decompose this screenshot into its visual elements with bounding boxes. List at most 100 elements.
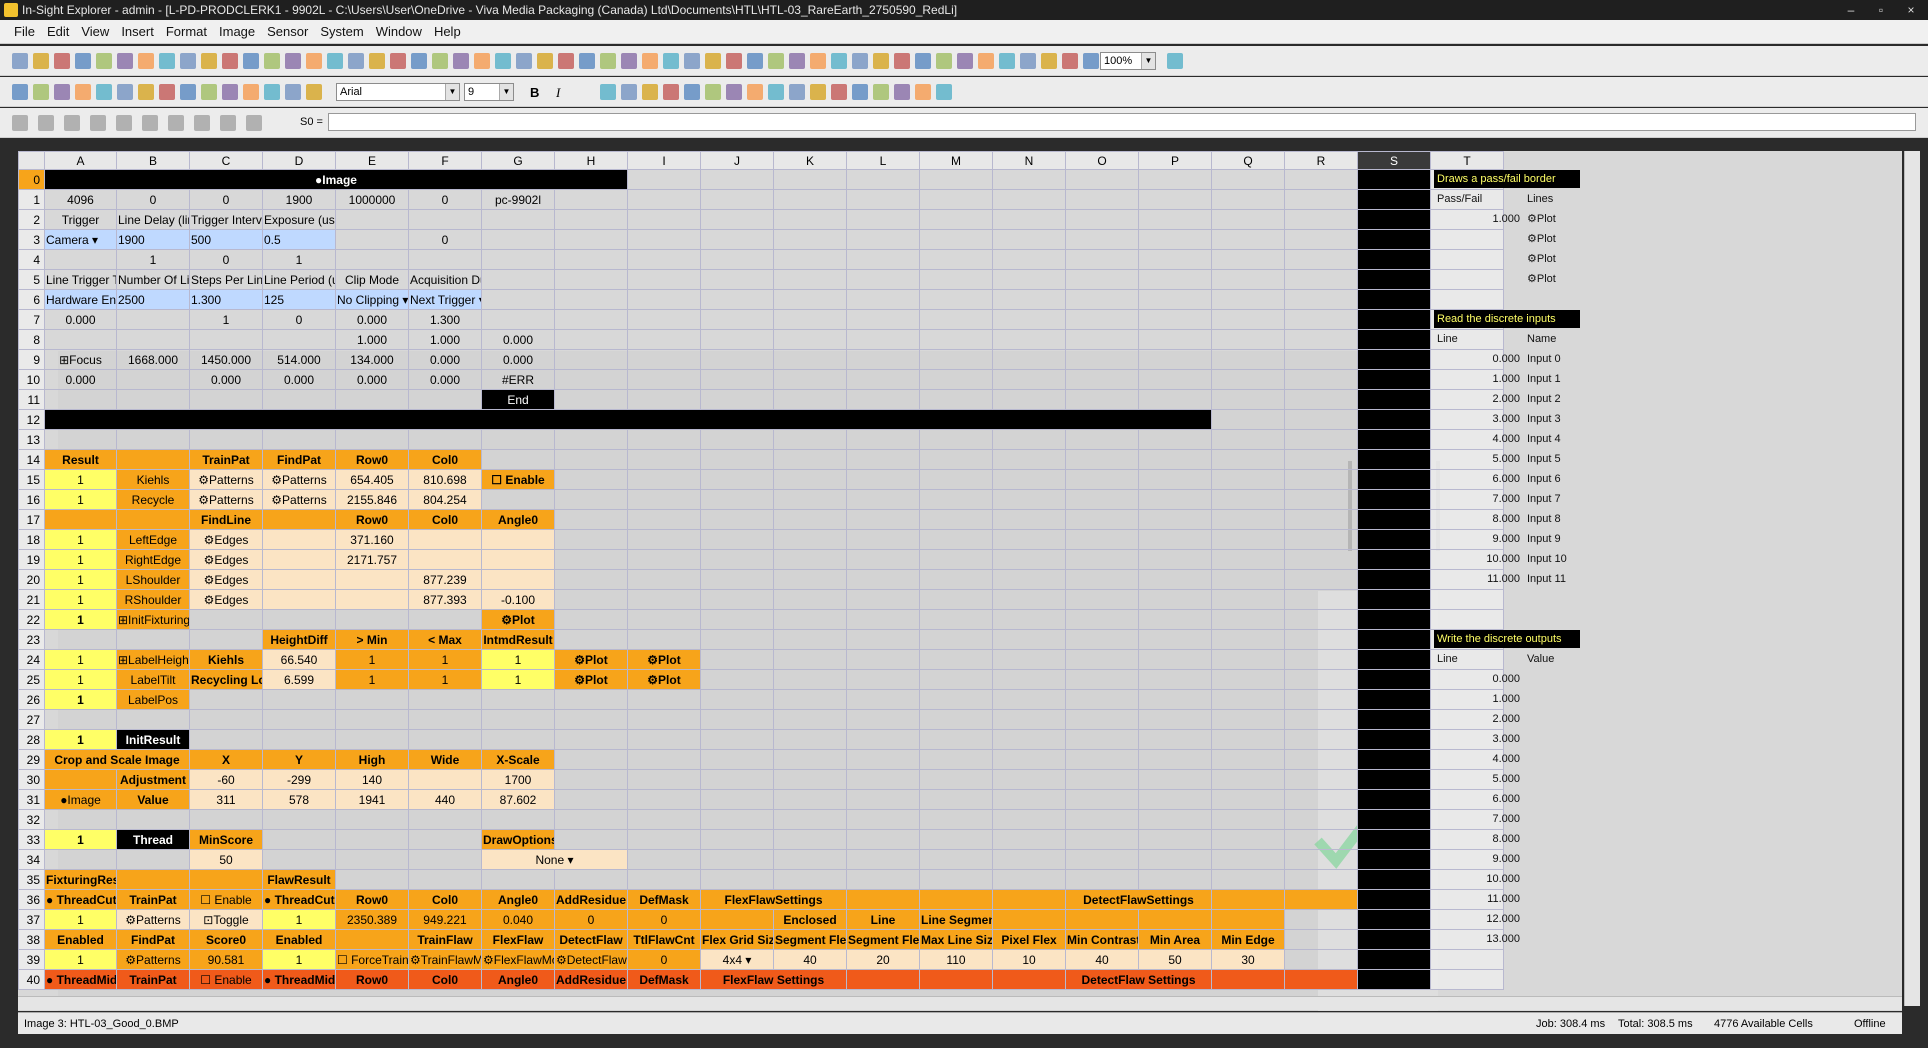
cell-P18[interactable] xyxy=(1138,529,1212,550)
cell-H9[interactable] xyxy=(554,349,628,370)
cell-E34[interactable] xyxy=(335,849,409,870)
cell-K33[interactable] xyxy=(773,829,847,850)
cell-M37[interactable]: Line Segment xyxy=(919,909,993,930)
cell-D34[interactable] xyxy=(262,849,336,870)
cell-J29[interactable] xyxy=(700,749,774,770)
cell-N2[interactable] xyxy=(992,209,1066,230)
cell-I27[interactable] xyxy=(627,709,701,730)
cell-J26[interactable] xyxy=(700,689,774,710)
cell-N11[interactable] xyxy=(992,389,1066,410)
cell-A25[interactable]: 1 xyxy=(44,669,117,690)
cell-grid[interactable]: A B C D E F G H I J K L M N O P Q R S T 0 ●Image 1 4096 0 0 1900 10… xyxy=(18,151,1504,990)
toolbar-icon[interactable] xyxy=(642,53,658,69)
cell-G7[interactable] xyxy=(481,309,555,330)
cell-F28[interactable] xyxy=(408,729,482,750)
cell-S2[interactable] xyxy=(1357,209,1431,230)
toolbar-icon[interactable] xyxy=(246,115,262,131)
cell-Q25[interactable] xyxy=(1211,669,1285,690)
cell-E28[interactable] xyxy=(335,729,409,750)
cell-E38[interactable] xyxy=(335,929,409,950)
cell-J7[interactable] xyxy=(700,309,774,330)
cell-I19[interactable] xyxy=(627,549,701,570)
cell-R21[interactable] xyxy=(1284,589,1358,610)
cell-L18[interactable] xyxy=(846,529,920,550)
cell-B20[interactable]: LShoulder xyxy=(116,569,190,590)
cell-J22[interactable] xyxy=(700,609,774,630)
cell-J3[interactable] xyxy=(700,229,774,250)
cell-O26[interactable] xyxy=(1065,689,1139,710)
cell-B36[interactable]: TrainPat xyxy=(116,889,190,910)
cell-R12[interactable] xyxy=(1284,409,1358,430)
cell-B17[interactable] xyxy=(116,509,190,530)
cell-H24[interactable]: ⚙Plot xyxy=(554,649,628,670)
cell-R39[interactable] xyxy=(1284,949,1358,970)
cell-I34[interactable] xyxy=(627,849,701,870)
cell-F22[interactable] xyxy=(408,609,482,630)
row-header[interactable]: 31 xyxy=(18,789,45,810)
cell-L7[interactable] xyxy=(846,309,920,330)
row-header[interactable]: 2 xyxy=(18,209,45,230)
menu-image[interactable]: Image xyxy=(213,24,261,39)
column-header[interactable]: C xyxy=(189,151,263,170)
menu-file[interactable]: File xyxy=(8,24,41,39)
cell-I9[interactable] xyxy=(627,349,701,370)
toolbar-icon[interactable] xyxy=(243,84,259,100)
toolbar-icon[interactable] xyxy=(33,53,49,69)
toolbar-icon[interactable] xyxy=(222,84,238,100)
cell-G27[interactable] xyxy=(481,709,555,730)
cell-P4[interactable] xyxy=(1138,249,1212,270)
cell-L22[interactable] xyxy=(846,609,920,630)
cell-N39[interactable]: 10 xyxy=(992,949,1066,970)
cell-J35[interactable] xyxy=(700,869,774,890)
cell-O40[interactable]: DetectFlaw Settings xyxy=(1065,969,1212,990)
cell-S21[interactable] xyxy=(1357,589,1431,610)
cell-S11[interactable] xyxy=(1357,389,1431,410)
cell-Q39[interactable]: 30 xyxy=(1211,949,1285,970)
corner-cell[interactable] xyxy=(18,151,45,170)
cell-L38[interactable]: Segment Flex xyxy=(846,929,920,950)
cell-H40[interactable]: AddResidue xyxy=(554,969,628,990)
cell-G16[interactable] xyxy=(481,489,555,510)
cell-R13[interactable] xyxy=(1284,429,1358,450)
cell-P33[interactable] xyxy=(1138,829,1212,850)
cell-O4[interactable] xyxy=(1065,249,1139,270)
cell-R34[interactable] xyxy=(1284,849,1358,870)
cell-J1[interactable] xyxy=(700,189,774,210)
cell-E18[interactable]: 371.160 xyxy=(335,529,409,550)
toolbar-icon[interactable] xyxy=(117,84,133,100)
cell-C34[interactable]: 50 xyxy=(189,849,263,870)
cell-C14[interactable]: TrainPat xyxy=(189,449,263,470)
cell-M27[interactable] xyxy=(919,709,993,730)
toolbar-icon[interactable] xyxy=(264,53,280,69)
cell-A6[interactable]: Hardware En ▾ xyxy=(44,289,117,310)
cell-N30[interactable] xyxy=(992,769,1066,790)
toolbar-icon[interactable] xyxy=(726,53,742,69)
cell-H22[interactable] xyxy=(554,609,628,630)
cell-F35[interactable] xyxy=(408,869,482,890)
cell-G38[interactable]: FlexFlaw xyxy=(481,929,555,950)
cell-A24[interactable]: 1 xyxy=(44,649,117,670)
cell-D8[interactable] xyxy=(262,329,336,350)
cell-M11[interactable] xyxy=(919,389,993,410)
cell-I21[interactable] xyxy=(627,589,701,610)
cell-P13[interactable] xyxy=(1138,429,1212,450)
cell-P24[interactable] xyxy=(1138,649,1212,670)
cell-B37[interactable]: ⚙Patterns xyxy=(116,909,190,930)
cell-F3[interactable]: 0 xyxy=(408,229,482,250)
toolbar-icon[interactable] xyxy=(138,53,154,69)
cell-D26[interactable] xyxy=(262,689,336,710)
cell-C5[interactable]: Steps Per Line xyxy=(189,269,263,290)
cell-G18[interactable] xyxy=(481,529,555,550)
cell-M8[interactable] xyxy=(919,329,993,350)
menu-sensor[interactable]: Sensor xyxy=(261,24,314,39)
cell-E8[interactable]: 1.000 xyxy=(335,329,409,350)
row-header[interactable]: 29 xyxy=(18,749,45,770)
menu-system[interactable]: System xyxy=(314,24,369,39)
cell-P2[interactable] xyxy=(1138,209,1212,230)
cell-H2[interactable] xyxy=(554,209,628,230)
cell-L10[interactable] xyxy=(846,369,920,390)
cell-P27[interactable] xyxy=(1138,709,1212,730)
cell-J19[interactable] xyxy=(700,549,774,570)
toolbar-icon[interactable] xyxy=(306,53,322,69)
cell-O13[interactable] xyxy=(1065,429,1139,450)
